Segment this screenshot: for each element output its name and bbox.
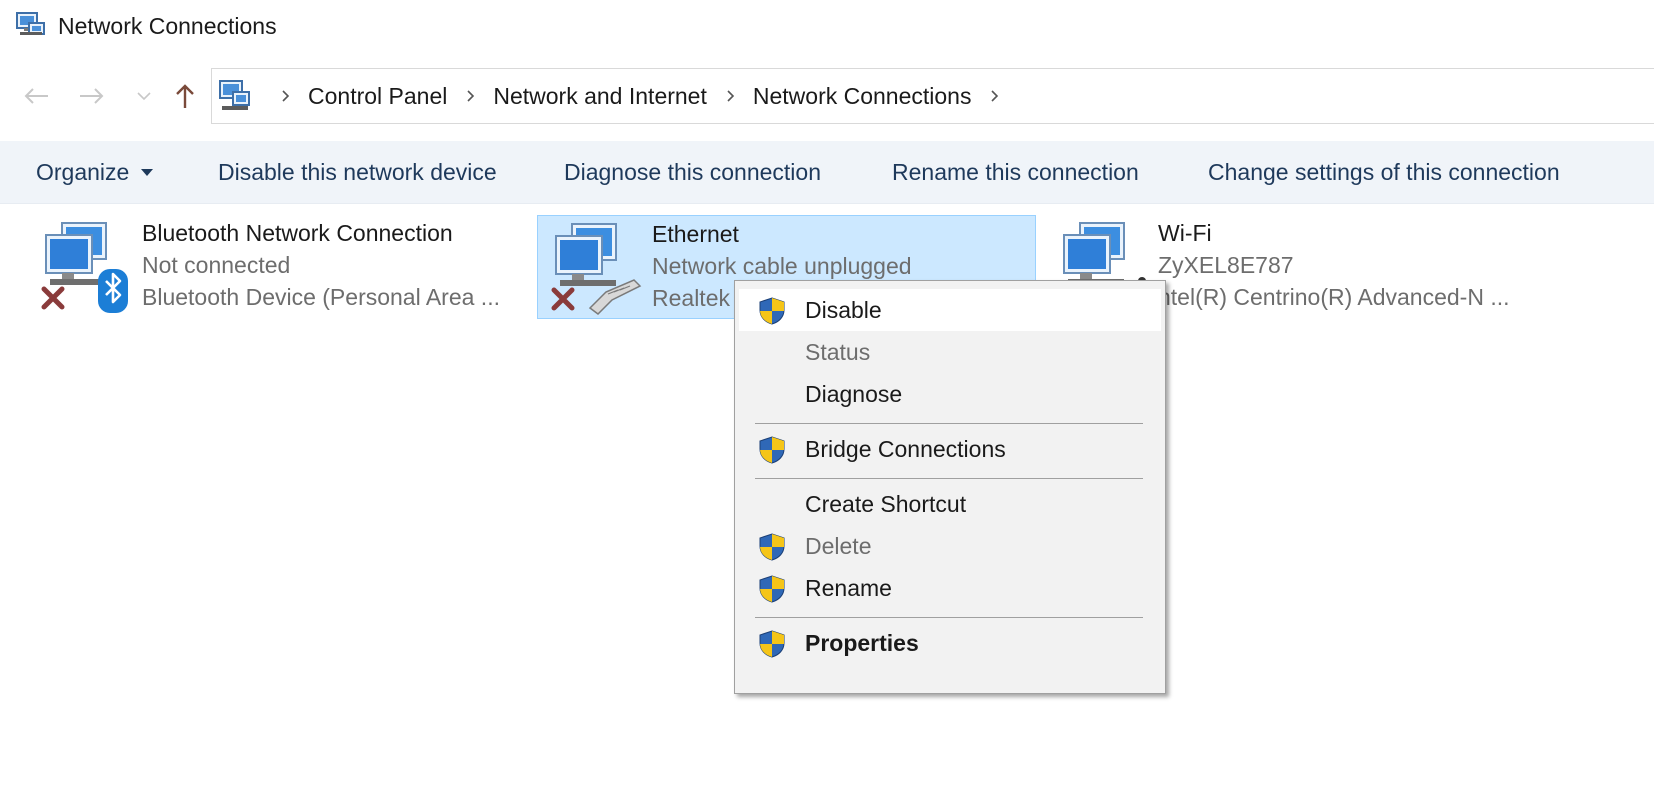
up-arrow-icon: [176, 84, 194, 108]
title-bar: Network Connections: [0, 0, 1654, 54]
connection-device: Realtek: [652, 285, 730, 311]
forward-arrow-icon: [80, 88, 104, 104]
menu-item-label: Delete: [805, 532, 872, 559]
menu-item-rename[interactable]: Rename: [739, 567, 1161, 609]
connection-status: Network cable unplugged: [652, 253, 912, 279]
navigation-row: Control Panel Network and Internet Netwo…: [0, 66, 1654, 126]
network-connections-app-icon: [16, 12, 45, 35]
context-menu: Disable Status Diagnose Bridge Connectio…: [734, 280, 1166, 694]
rename-connection-label: Rename this connection: [892, 158, 1139, 185]
rename-connection-button[interactable]: Rename this connection: [892, 141, 1139, 203]
address-bar[interactable]: Control Panel Network and Internet Netwo…: [211, 68, 1654, 124]
menu-separator: [755, 617, 1143, 618]
change-settings-button[interactable]: Change settings of this connection: [1208, 141, 1560, 203]
recent-locations-button[interactable]: [128, 80, 160, 112]
menu-separator: [755, 478, 1143, 479]
menu-item-properties[interactable]: Properties: [739, 622, 1161, 664]
menu-item-label: Properties: [805, 629, 919, 656]
diagnose-connection-label: Diagnose this connection: [564, 158, 821, 185]
menu-item-label: Bridge Connections: [805, 435, 1006, 462]
breadcrumb-control-panel[interactable]: Control Panel: [308, 83, 447, 110]
breadcrumb-network-connections[interactable]: Network Connections: [753, 83, 972, 110]
uac-shield-icon: [759, 436, 785, 464]
back-arrow-icon: [24, 88, 48, 104]
connection-device: Bluetooth Device (Personal Area ...: [142, 284, 500, 310]
breadcrumb-separator-icon[interactable]: [983, 90, 1005, 102]
breadcrumb-network-and-internet[interactable]: Network and Internet: [493, 83, 707, 110]
connection-device: ntel(R) Centrino(R) Advanced-N ...: [1158, 284, 1510, 310]
menu-item-bridge-connections[interactable]: Bridge Connections: [739, 428, 1161, 470]
connection-status: Not connected: [142, 252, 291, 278]
connection-tile-bluetooth[interactable]: Bluetooth Network Connection Not connect…: [28, 215, 528, 319]
menu-item-label: Rename: [805, 574, 892, 601]
menu-item-diagnose[interactable]: Diagnose: [739, 373, 1161, 415]
up-button[interactable]: [169, 80, 201, 112]
connection-status: ZyXEL8E787: [1158, 252, 1294, 278]
uac-shield-icon: [759, 533, 785, 561]
menu-item-status[interactable]: Status: [739, 331, 1161, 373]
uac-shield-icon: [759, 630, 785, 658]
menu-item-create-shortcut[interactable]: Create Shortcut: [739, 483, 1161, 525]
dropdown-caret-icon: [141, 168, 154, 176]
breadcrumb-separator-icon[interactable]: [459, 90, 481, 102]
menu-item-label: Diagnose: [805, 380, 903, 407]
menu-item-delete[interactable]: Delete: [739, 525, 1161, 567]
chevron-down-icon: [137, 92, 151, 101]
menu-item-label: Disable: [805, 296, 882, 323]
breadcrumb-separator-icon[interactable]: [274, 90, 296, 102]
connection-name: Bluetooth Network Connection: [142, 220, 453, 246]
change-settings-label: Change settings of this connection: [1208, 158, 1560, 185]
menu-item-disable[interactable]: Disable: [739, 289, 1161, 331]
back-button[interactable]: [20, 80, 52, 112]
menu-item-label: Create Shortcut: [805, 490, 967, 517]
forward-button[interactable]: [76, 80, 108, 112]
uac-shield-icon: [759, 575, 785, 603]
control-panel-icon: [219, 80, 250, 110]
breadcrumb: Control Panel Network and Internet Netwo…: [262, 69, 1017, 123]
breadcrumb-separator-icon[interactable]: [719, 90, 741, 102]
organize-label: Organize: [36, 158, 130, 185]
window-title: Network Connections: [58, 13, 277, 39]
command-bar: Organize Disable this network device Dia…: [0, 141, 1654, 204]
uac-shield-icon: [759, 297, 785, 325]
ethernet-network-icon: [551, 223, 642, 315]
connection-name: Wi-Fi: [1158, 220, 1212, 246]
disable-network-device-button[interactable]: Disable this network device: [218, 141, 497, 203]
menu-item-label: Status: [805, 338, 871, 365]
diagnose-connection-button[interactable]: Diagnose this connection: [564, 141, 821, 203]
disable-network-device-label: Disable this network device: [218, 158, 497, 185]
bluetooth-network-icon: [41, 222, 128, 313]
organize-button[interactable]: Organize: [36, 141, 154, 203]
connection-name: Ethernet: [652, 221, 739, 247]
menu-separator: [755, 423, 1143, 424]
